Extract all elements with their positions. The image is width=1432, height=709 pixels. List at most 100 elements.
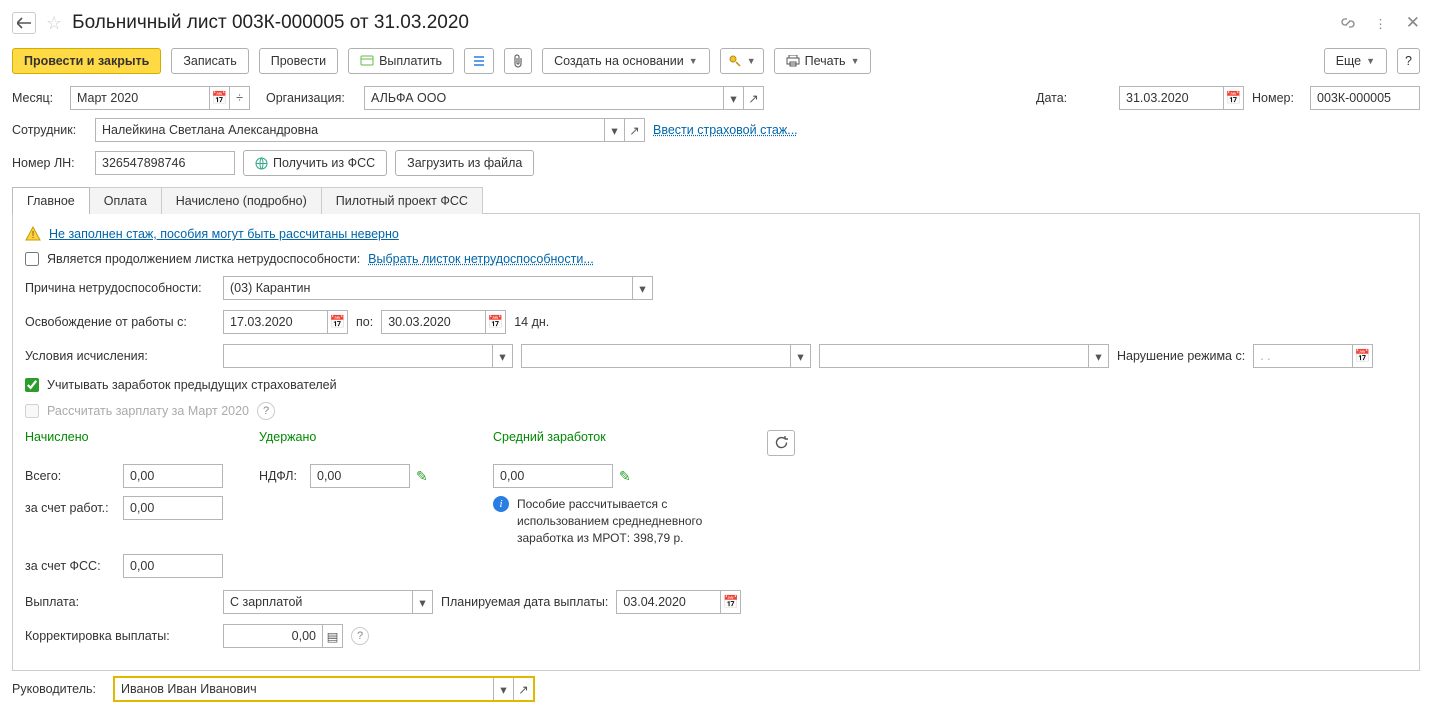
fss-input[interactable]: 0,00 — [123, 554, 223, 578]
favorite-star-icon[interactable]: ☆ — [46, 13, 62, 34]
correction-extra-icon[interactable]: ▤ — [322, 625, 342, 647]
ndfl-input[interactable]: 0,00 — [310, 464, 410, 488]
number-label: Номер: — [1252, 91, 1302, 105]
ln-label: Номер ЛН: — [12, 156, 87, 170]
fss-label: за счет ФСС: — [25, 559, 117, 573]
recalc-salary-checkbox — [25, 404, 39, 418]
avg-input[interactable]: 0,00 — [493, 464, 613, 488]
date-value: 31.03.2020 — [1120, 87, 1223, 109]
condition1-input[interactable]: ▾ — [223, 344, 513, 368]
chevron-down-icon[interactable]: ▾ — [790, 345, 810, 367]
condition3-input[interactable]: ▾ — [819, 344, 1109, 368]
calendar-icon[interactable]: 📅 — [1223, 87, 1243, 109]
extra-icon-button[interactable]: ▼ — [720, 48, 764, 74]
pencil-icon[interactable]: ✎ — [416, 468, 428, 485]
calendar-icon[interactable]: 📅 — [1352, 345, 1372, 367]
total-input[interactable]: 0,00 — [123, 464, 223, 488]
ln-input[interactable]: 326547898746 — [95, 151, 235, 175]
chevron-down-icon[interactable]: ▾ — [632, 277, 652, 299]
calendar-icon[interactable]: 📅 — [720, 591, 740, 613]
save-button[interactable]: Записать — [171, 48, 248, 74]
warning-link[interactable]: Не заполнен стаж, пособия могут быть рас… — [49, 227, 399, 241]
apply-button[interactable]: Провести — [259, 48, 338, 74]
correction-label: Корректировка выплаты: — [25, 629, 215, 643]
open-icon[interactable]: ↗ — [513, 678, 533, 700]
create-from-button[interactable]: Создать на основании ▼ — [542, 48, 710, 74]
info-icon: i — [493, 496, 509, 512]
correction-input[interactable]: 0,00 ▤ — [223, 624, 343, 648]
period-to-value: 30.03.2020 — [382, 311, 485, 333]
more-button[interactable]: Еще ▼ — [1324, 48, 1387, 74]
insurance-link[interactable]: Ввести страховой стаж... — [653, 123, 798, 137]
employee-value: Налейкина Светлана Александровна — [96, 119, 604, 141]
period-to-label: по: — [356, 315, 373, 329]
violation-label: Нарушение режима с: — [1117, 349, 1245, 363]
month-label: Месяц: — [12, 91, 62, 105]
employee-input[interactable]: Налейкина Светлана Александровна ▾ ↗ — [95, 118, 645, 142]
list-icon-button[interactable] — [464, 48, 494, 74]
tab-main[interactable]: Главное — [12, 187, 90, 214]
month-value: Март 2020 — [71, 87, 209, 109]
kebab-menu-icon[interactable]: ⋮ — [1374, 16, 1388, 31]
org-input[interactable]: АЛЬФА ООО ▾ ↗ — [364, 86, 764, 110]
violation-value: . . — [1254, 345, 1352, 367]
attach-icon-button[interactable] — [504, 48, 532, 74]
page-title: Больничный лист 003К-000005 от 31.03.202… — [72, 12, 469, 34]
period-to-input[interactable]: 30.03.2020 📅 — [381, 310, 506, 334]
more-label: Еще — [1336, 54, 1361, 68]
continuation-label: Является продолжением листка нетрудоспос… — [47, 252, 360, 266]
payment-mode-input[interactable]: С зарплатой ▾ — [223, 590, 433, 614]
chevron-down-icon[interactable]: ▾ — [604, 119, 624, 141]
warning-icon: ! — [25, 226, 41, 242]
number-input[interactable]: 003К-000005 — [1310, 86, 1420, 110]
select-prev-sheet-link[interactable]: Выбрать листок нетрудоспособности... — [368, 252, 594, 266]
total-label: Всего: — [25, 469, 117, 483]
load-file-button[interactable]: Загрузить из файла — [395, 150, 534, 176]
link-icon[interactable] — [1340, 15, 1356, 31]
date-input[interactable]: 31.03.2020 📅 — [1119, 86, 1244, 110]
chevron-down-icon[interactable]: ▾ — [492, 345, 512, 367]
violation-date-input[interactable]: . . 📅 — [1253, 344, 1373, 368]
pay-button[interactable]: Выплатить — [348, 48, 454, 74]
employer-input[interactable]: 0,00 — [123, 496, 223, 520]
month-stepper-icon[interactable]: ÷ — [229, 87, 249, 109]
tab-payment[interactable]: Оплата — [89, 187, 162, 214]
chevron-down-icon[interactable]: ▾ — [1088, 345, 1108, 367]
tab-accrued[interactable]: Начислено (подробно) — [161, 187, 322, 214]
month-input[interactable]: Март 2020 📅 ÷ — [70, 86, 250, 110]
manager-input[interactable]: Иванов Иван Иванович ▾ ↗ — [114, 677, 534, 701]
condition2-input[interactable]: ▾ — [521, 344, 811, 368]
accrued-header: Начислено — [25, 430, 235, 444]
open-icon[interactable]: ↗ — [624, 119, 644, 141]
print-label: Печать — [805, 54, 846, 68]
print-button[interactable]: Печать ▼ — [774, 48, 872, 74]
close-icon[interactable]: ✕ — [1406, 13, 1420, 33]
month-calendar-icon[interactable]: 📅 — [209, 87, 229, 109]
chevron-down-icon[interactable]: ▾ — [493, 678, 513, 700]
pencil-icon[interactable]: ✎ — [619, 468, 631, 485]
plan-date-input[interactable]: 03.04.2020 📅 — [616, 590, 741, 614]
refresh-button[interactable] — [767, 430, 795, 456]
calendar-icon[interactable]: 📅 — [327, 311, 347, 333]
fss-button[interactable]: Получить из ФСС — [243, 150, 387, 176]
chevron-down-icon[interactable]: ▾ — [723, 87, 743, 109]
open-icon[interactable]: ↗ — [743, 87, 763, 109]
help-icon[interactable]: ? — [257, 402, 275, 420]
reason-input[interactable]: (03) Карантин ▾ — [223, 276, 653, 300]
prev-insurers-checkbox[interactable] — [25, 378, 39, 392]
ndfl-label: НДФЛ: — [259, 469, 304, 483]
help-icon[interactable]: ? — [351, 627, 369, 645]
apply-and-close-button[interactable]: Провести и закрыть — [12, 48, 161, 74]
org-value: АЛЬФА ООО — [365, 87, 723, 109]
period-from-input[interactable]: 17.03.2020 📅 — [223, 310, 348, 334]
chevron-down-icon: ▼ — [1366, 56, 1375, 66]
back-button[interactable] — [12, 12, 36, 34]
fss-label: Получить из ФСС — [273, 156, 375, 170]
tab-pilot-fss[interactable]: Пилотный проект ФСС — [321, 187, 483, 214]
continuation-checkbox[interactable] — [25, 252, 39, 266]
help-button[interactable]: ? — [1397, 48, 1420, 74]
calendar-icon[interactable]: 📅 — [485, 311, 505, 333]
chevron-down-icon[interactable]: ▾ — [412, 591, 432, 613]
pay-icon — [360, 55, 374, 67]
chevron-down-icon: ▼ — [689, 56, 698, 66]
